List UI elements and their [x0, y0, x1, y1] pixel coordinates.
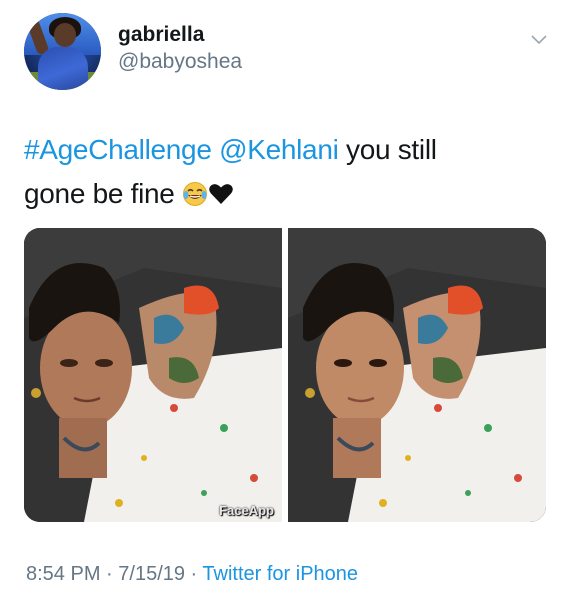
display-name[interactable]: gabriella [118, 22, 242, 48]
tweet-source-link[interactable]: Twitter for iPhone [202, 563, 358, 585]
tweet-date[interactable]: 7/15/19 [118, 563, 185, 585]
photo-original[interactable] [288, 228, 546, 522]
black-heart-icon [209, 184, 233, 204]
photo-aged[interactable]: FaceApp [24, 228, 282, 522]
tweet-text-line1: you still [338, 134, 437, 165]
footer-separator-2: · [185, 563, 203, 585]
footer-separator: · [100, 563, 119, 585]
tweet-media[interactable]: FaceApp [24, 228, 546, 522]
tweet-header: gabriella @babyoshea [24, 10, 554, 94]
author-names[interactable]: gabriella @babyoshea [118, 22, 242, 76]
chevron-down-icon[interactable] [530, 30, 548, 48]
avatar[interactable] [24, 13, 101, 90]
tweet-text: #AgeChallenge @Kehlani you still gone be… [24, 128, 544, 216]
tweet-footer: 8:54 PM · 7/15/19 · Twitter for iPhone [26, 560, 358, 588]
user-handle[interactable]: @babyoshea [118, 48, 242, 76]
tweet-time[interactable]: 8:54 PM [26, 563, 100, 585]
mention-link[interactable]: @Kehlani [219, 134, 339, 165]
face-with-tears-of-joy-icon [183, 182, 208, 206]
faceapp-watermark: FaceApp [219, 503, 274, 518]
tweet-text-line2: gone be fine [24, 178, 183, 209]
hashtag-link[interactable]: #AgeChallenge [24, 134, 212, 165]
